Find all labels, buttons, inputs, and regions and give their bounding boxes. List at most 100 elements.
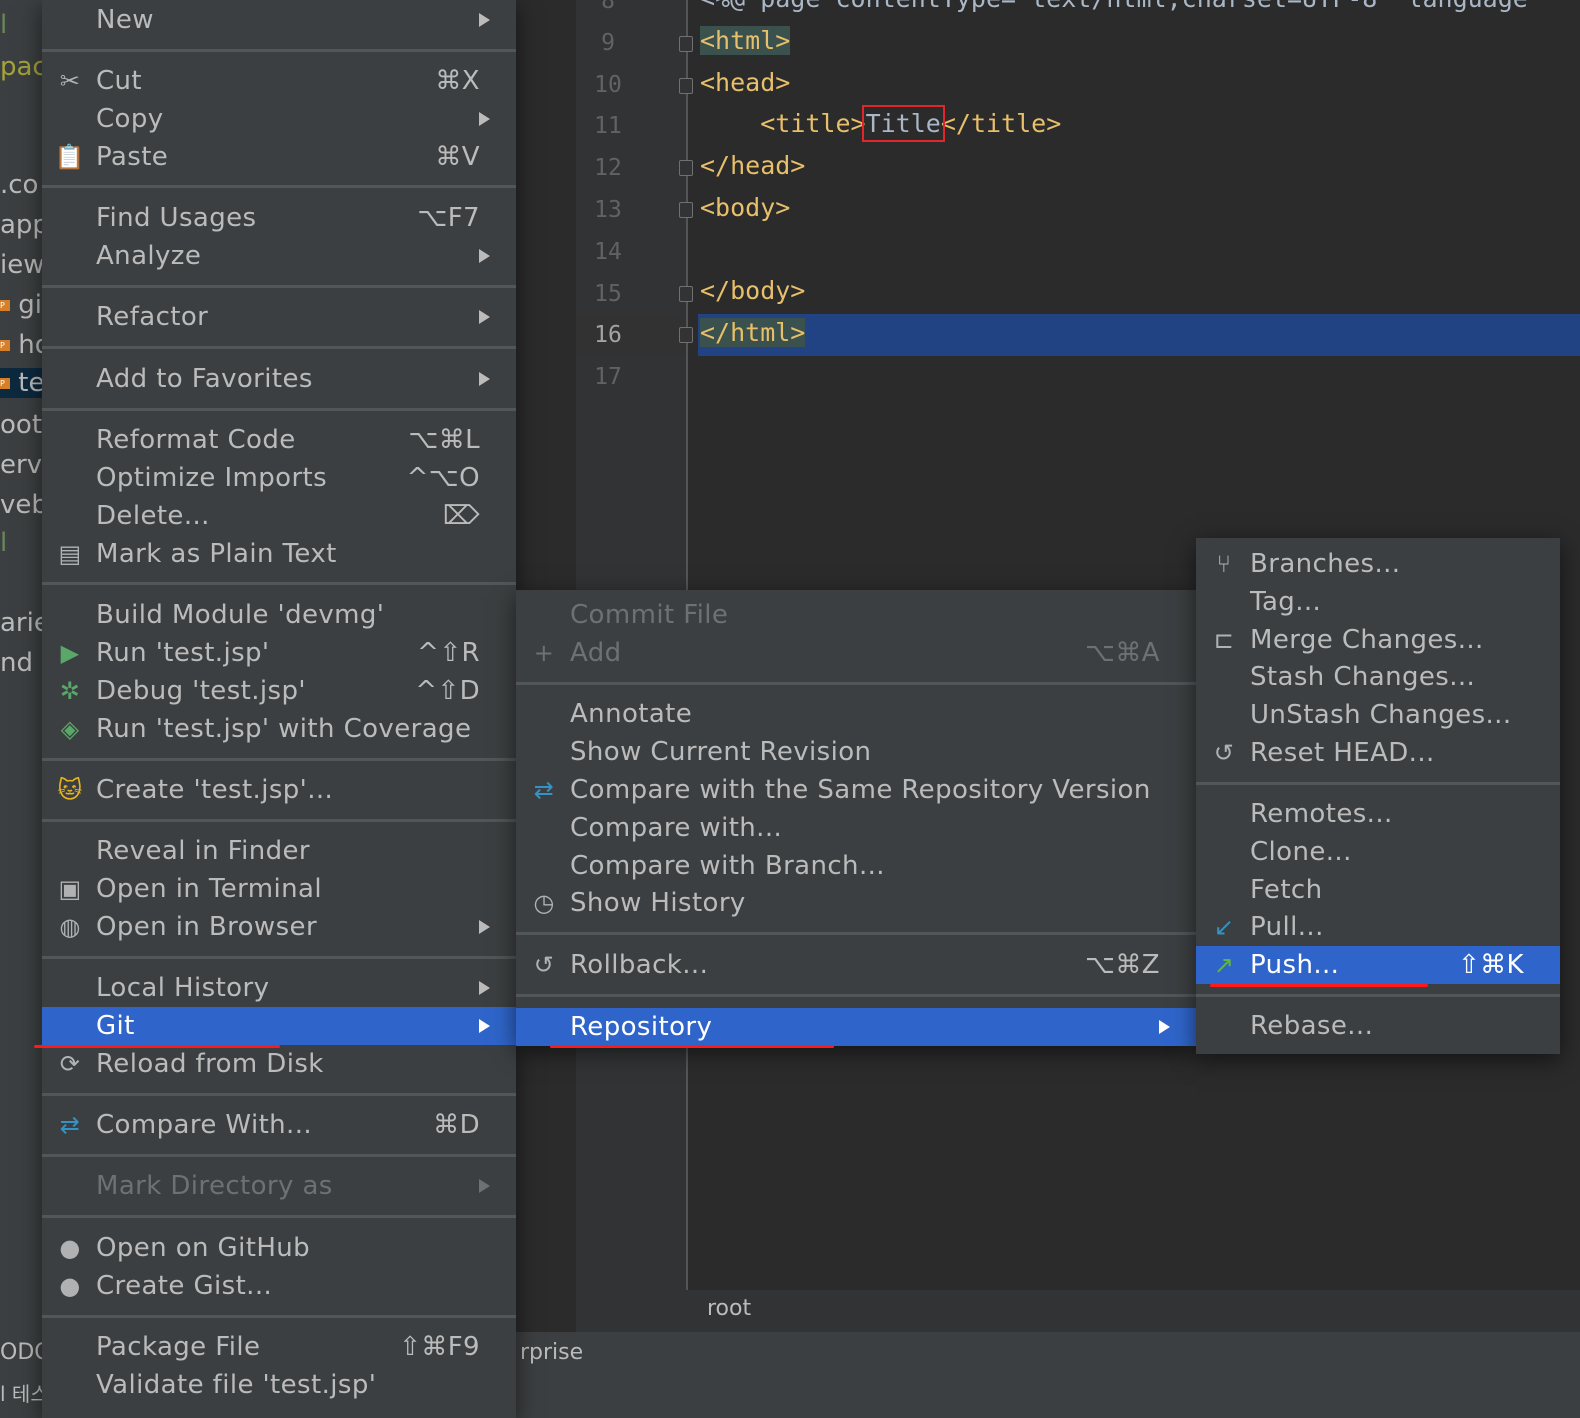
project-tree-item[interactable]: veb. — [0, 490, 42, 520]
menu-item-compare-with-branch[interactable]: Compare with Branch... — [516, 847, 1196, 885]
clock-icon: ◷ — [533, 889, 555, 917]
code-line-10[interactable]: <head> — [700, 68, 790, 97]
project-tree-item[interactable]: nd C — [0, 648, 42, 678]
menu-item-optimize-imports[interactable]: Optimize Imports ^⌥O — [42, 459, 516, 497]
fold-marker-icon[interactable] — [679, 202, 693, 218]
context-menu: New ✂ Cut ⌘X Copy 📋 Paste ⌘V Find Usages ⌥F7 … — [42, 0, 516, 1418]
submenu-arrow-icon — [479, 310, 490, 324]
project-tree-item-selected[interactable]: P te — [0, 368, 42, 398]
menu-item-remotes[interactable]: Remotes... — [1196, 795, 1560, 833]
tomcat-icon: 🐱 — [57, 776, 83, 804]
annotation-underline — [550, 1045, 834, 1048]
menu-item-delete[interactable]: Delete... ⌦ — [42, 497, 516, 535]
bottom-tool-tab[interactable]: rprise — [520, 1340, 583, 1365]
menu-item-refactor[interactable]: Refactor — [42, 298, 516, 336]
project-tree-item[interactable]: .co — [0, 170, 38, 200]
menu-item-repository[interactable]: Repository — [516, 1008, 1196, 1046]
menu-item-cut[interactable]: ✂ Cut ⌘X — [42, 62, 516, 100]
code-line-11[interactable]: <title>Title</title> — [700, 105, 1061, 142]
menu-item-merge-changes[interactable]: ⊏ Merge Changes... — [1196, 621, 1560, 659]
code-line-9[interactable]: <html> — [700, 26, 791, 55]
menu-item-run[interactable]: ▶ Run 'test.jsp' ^⇧R — [42, 634, 516, 672]
code-line-16[interactable]: </html> — [700, 318, 806, 347]
menu-separator — [1196, 782, 1560, 785]
menu-item-reveal-in-finder[interactable]: Reveal in Finder — [42, 832, 516, 870]
menu-item-copy[interactable]: Copy — [42, 100, 516, 138]
menu-separator — [1196, 994, 1560, 997]
project-tree-item[interactable]: pace — [0, 52, 42, 82]
menu-item-compare-same-repo-version[interactable]: ⇄ Compare with the Same Repository Versio… — [516, 771, 1196, 809]
menu-item-tag[interactable]: Tag... — [1196, 583, 1560, 621]
menu-item-push[interactable]: ↗ Push... ⇧⌘K — [1196, 946, 1560, 984]
menu-item-unstash-changes[interactable]: UnStash Changes... — [1196, 696, 1560, 734]
menu-item-mark-plain-text[interactable]: ▤ Mark as Plain Text — [42, 535, 516, 573]
fold-marker-icon[interactable] — [679, 286, 693, 302]
menu-item-analyze[interactable]: Analyze — [42, 237, 516, 275]
fold-marker-icon[interactable] — [679, 160, 693, 176]
menu-item-create-config[interactable]: 🐱 Create 'test.jsp'... — [42, 771, 516, 809]
fold-marker-icon[interactable] — [679, 327, 693, 343]
menu-item-pull[interactable]: ↙ Pull... — [1196, 908, 1560, 946]
project-tree-item[interactable]: l — [0, 528, 7, 558]
menu-item-paste[interactable]: 📋 Paste ⌘V — [42, 138, 516, 176]
annotation-underline — [34, 1045, 280, 1048]
menu-item-open-in-browser[interactable]: ◍ Open in Browser — [42, 908, 516, 946]
menu-item-open-on-github[interactable]: ● Open on GitHub — [42, 1229, 516, 1267]
menu-item-mark-directory-as[interactable]: Mark Directory as — [42, 1167, 516, 1205]
project-tree-item[interactable]: app — [0, 210, 42, 240]
project-tree-item[interactable]: P ho — [0, 330, 42, 360]
menu-item-add-to-favorites[interactable]: Add to Favorites — [42, 360, 516, 398]
terminal-icon: ▣ — [58, 875, 82, 903]
debug-bug-icon: ✲ — [59, 677, 81, 705]
git-submenu: Commit File + Add ⌥⌘A Annotate Show Curren… — [516, 590, 1196, 1046]
code-line-15[interactable]: </body> — [700, 276, 805, 305]
project-tree-item[interactable]: oot- — [0, 410, 42, 440]
compare-arrows-icon: ⇄ — [59, 1111, 81, 1139]
menu-item-build-module[interactable]: Build Module 'devmg' — [42, 596, 516, 634]
project-tree-item[interactable]: iew — [0, 250, 42, 280]
menu-item-reset-head[interactable]: ↺ Reset HEAD... — [1196, 734, 1560, 772]
fold-marker-icon[interactable] — [679, 36, 693, 52]
menu-item-new[interactable]: New — [42, 1, 516, 39]
project-tree-item[interactable]: l — [0, 10, 7, 40]
menu-item-create-gist[interactable]: ● Create Gist... — [42, 1267, 516, 1305]
menu-item-package-file[interactable]: Package File ⇧⌘F9 — [42, 1328, 516, 1366]
menu-item-show-current-revision[interactable]: Show Current Revision — [516, 733, 1196, 771]
menu-separator — [42, 819, 516, 822]
menu-item-validate-file[interactable]: Validate file 'test.jsp' — [42, 1366, 516, 1404]
menu-item-annotate[interactable]: Annotate — [516, 695, 1196, 733]
menu-item-git[interactable]: Git — [42, 1007, 516, 1045]
breadcrumb[interactable]: root — [707, 1296, 751, 1321]
menu-item-compare-with[interactable]: Compare with... — [516, 809, 1196, 847]
menu-item-commit-file[interactable]: Commit File — [516, 596, 1196, 634]
menu-item-rollback[interactable]: ↺ Rollback... ⌥⌘Z — [516, 946, 1196, 984]
menu-item-clone[interactable]: Clone... — [1196, 833, 1560, 871]
menu-item-compare-with[interactable]: ⇄ Compare With... ⌘D — [42, 1106, 516, 1144]
menu-separator — [42, 1093, 516, 1096]
menu-item-open-in-terminal[interactable]: ▣ Open in Terminal — [42, 870, 516, 908]
menu-item-add[interactable]: + Add ⌥⌘A — [516, 634, 1196, 672]
menu-item-find-usages[interactable]: Find Usages ⌥F7 — [42, 199, 516, 237]
menu-item-reformat-code[interactable]: Reformat Code ⌥⌘L — [42, 421, 516, 459]
menu-item-stash-changes[interactable]: Stash Changes... — [1196, 658, 1560, 696]
code-line-12[interactable]: </head> — [700, 151, 805, 180]
fold-marker-icon[interactable] — [679, 78, 693, 94]
annotation-underline — [1210, 984, 1428, 987]
menu-item-run-with-coverage[interactable]: ◈ Run 'test.jsp' with Coverage — [42, 710, 516, 748]
menu-item-reload-from-disk[interactable]: ⟳ Reload from Disk — [42, 1045, 516, 1083]
menu-item-local-history[interactable]: Local History — [42, 969, 516, 1007]
project-tree-item[interactable]: ervi — [0, 450, 42, 480]
project-tree-item[interactable]: arie — [0, 608, 42, 638]
code-line-8[interactable]: <%@ page contentType="text/html;charset=… — [700, 0, 1528, 13]
project-tree-item[interactable]: P gi — [0, 290, 42, 320]
menu-item-rebase[interactable]: Rebase... — [1196, 1007, 1560, 1045]
submenu-arrow-icon — [479, 249, 490, 263]
menu-item-debug[interactable]: ✲ Debug 'test.jsp' ^⇧D — [42, 672, 516, 710]
pull-arrow-icon: ↙ — [1213, 913, 1235, 941]
menu-item-branches[interactable]: ⑂ Branches... — [1196, 545, 1560, 583]
jsp-file-icon: P — [0, 378, 10, 389]
menu-item-show-history[interactable]: ◷ Show History — [516, 884, 1196, 922]
code-line-13[interactable]: <body> — [700, 193, 790, 222]
menu-item-fetch[interactable]: Fetch — [1196, 871, 1560, 909]
menu-separator — [42, 49, 516, 52]
